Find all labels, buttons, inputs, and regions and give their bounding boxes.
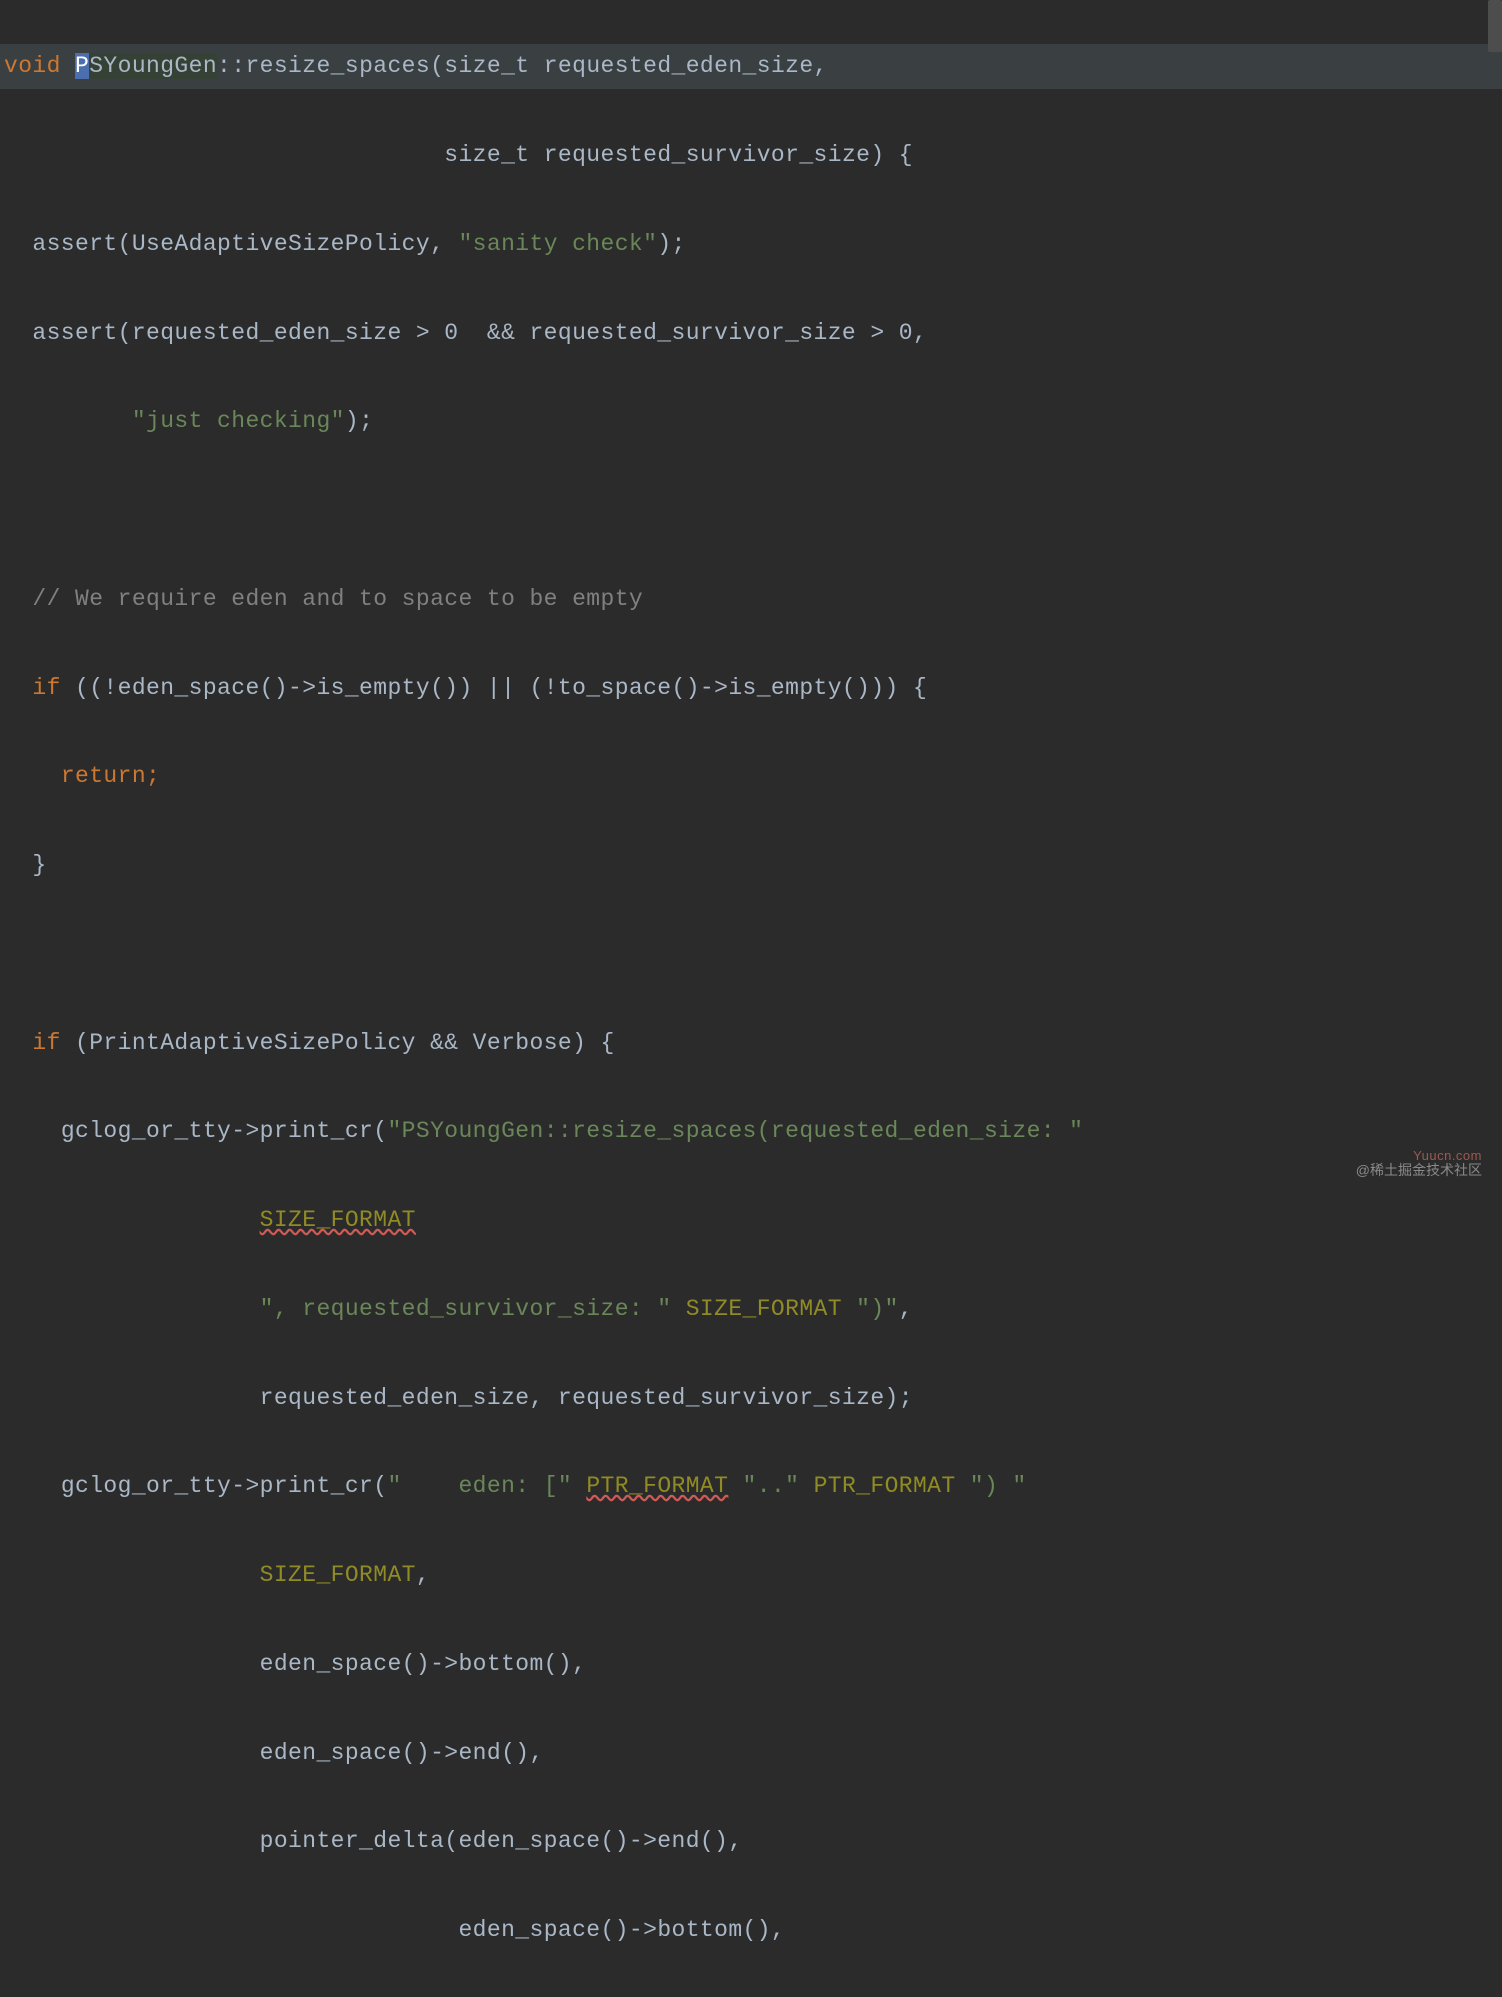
args: (size_t requested_eden_size,	[430, 53, 828, 79]
macro-identifier: SIZE_FORMAT	[260, 1207, 416, 1233]
code-line[interactable]: void PSYoungGen::resize_spaces(size_t re…	[0, 44, 1502, 88]
class-name-highlight: PSYoungGen	[75, 53, 217, 79]
code-line[interactable]: // We require eden and to space to be em…	[0, 577, 1502, 621]
code-editor[interactable]: void PSYoungGen::resize_spaces(size_t re…	[0, 0, 1502, 1997]
string-literal: "PSYoungGen::resize_spaces(requested_ede…	[387, 1118, 1083, 1144]
string-literal: "sanity check"	[458, 231, 657, 257]
string-literal: ".."	[743, 1473, 800, 1499]
string-literal: ", requested_survivor_size: "	[260, 1296, 672, 1322]
watermark-community: @稀土掘金技术社区	[1356, 1157, 1482, 1184]
code-line[interactable]: if (PrintAdaptiveSizePolicy && Verbose) …	[0, 1021, 1502, 1065]
macro-identifier: SIZE_FORMAT	[686, 1296, 842, 1322]
code-line[interactable]: }	[0, 843, 1502, 887]
keyword-return: return	[61, 763, 146, 789]
keyword-if: if	[32, 675, 60, 701]
cursor-selection: P	[75, 53, 89, 79]
code-line[interactable]: assert(UseAdaptiveSizePolicy, "sanity ch…	[0, 222, 1502, 266]
code-line[interactable]: eden_space()->end(),	[0, 1731, 1502, 1775]
code-line[interactable]: "just checking");	[0, 399, 1502, 443]
code-line[interactable]: return;	[0, 754, 1502, 798]
code-line[interactable]	[0, 488, 1502, 532]
macro-identifier: PTR_FORMAT	[814, 1473, 956, 1499]
code-line[interactable]: eden_space()->bottom(),	[0, 1642, 1502, 1686]
macro-identifier: PTR_FORMAT	[586, 1473, 728, 1499]
scrollbar-thumb[interactable]	[1488, 0, 1502, 52]
code-line[interactable]: SIZE_FORMAT,	[0, 1553, 1502, 1597]
code-line[interactable]: assert(requested_eden_size > 0 && reques…	[0, 311, 1502, 355]
comment: // We require eden and to space to be em…	[32, 586, 643, 612]
code-line[interactable]: size_t requested_survivor_size) {	[0, 133, 1502, 177]
string-literal: " eden: ["	[387, 1473, 572, 1499]
scope-op: ::	[217, 53, 245, 79]
keyword-void: void	[4, 53, 61, 79]
macro-identifier: SIZE_FORMAT	[260, 1562, 416, 1588]
code-line[interactable]	[0, 932, 1502, 976]
code-line[interactable]: gclog_or_tty->print_cr("PSYoungGen::resi…	[0, 1109, 1502, 1153]
code-line[interactable]: if ((!eden_space()->is_empty()) || (!to_…	[0, 666, 1502, 710]
code-line[interactable]: requested_eden_size, requested_survivor_…	[0, 1376, 1502, 1420]
string-literal: ")"	[856, 1296, 899, 1322]
code-line[interactable]: SIZE_FORMAT	[0, 1198, 1502, 1242]
code-line[interactable]: eden_space()->bottom(),	[0, 1908, 1502, 1952]
string-literal: ") "	[970, 1473, 1027, 1499]
string-literal: "just checking"	[132, 408, 345, 434]
code-line[interactable]: gclog_or_tty->print_cr(" eden: [" PTR_FO…	[0, 1464, 1502, 1508]
code-line[interactable]: pointer_delta(eden_space()->end(),	[0, 1819, 1502, 1863]
code-line[interactable]: ", requested_survivor_size: " SIZE_FORMA…	[0, 1287, 1502, 1331]
keyword-if: if	[32, 1030, 60, 1056]
method-name: resize_spaces	[245, 53, 430, 79]
